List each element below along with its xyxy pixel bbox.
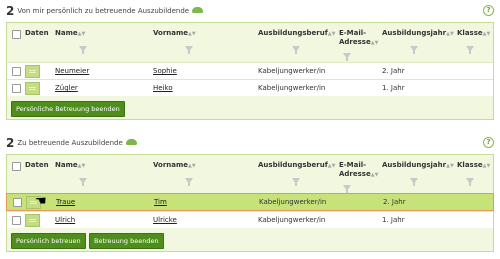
col-header-vorname-label: Vorname (153, 161, 189, 169)
col-header-email[interactable]: E-Mail-Adresse▲▼ (339, 161, 379, 180)
support-personally-button[interactable]: Persönlich betreuen (11, 233, 86, 249)
row-checkbox[interactable] (12, 216, 21, 225)
filter-vorname-icon[interactable] (185, 46, 193, 54)
section-count: 2 (6, 136, 15, 150)
cell-beruf: Kabeljungwerker/in (259, 198, 327, 206)
col-header-jahr-label: Ausbildungsjahr (382, 161, 447, 169)
cell-beruf: Kabeljungwerker/in (258, 216, 326, 224)
section-count: 2 (6, 4, 15, 18)
table-trainees-to-support: Daten Name▲▼ Vorname▲▼ Ausbildungsberuf▲… (6, 154, 494, 252)
table-personal-trainees: Daten Name▲▼ Vorname▲▼ Ausbildungsberuf▲… (6, 22, 494, 120)
table-row-highlighted[interactable]: ☚ Traue Tim Kabeljungwerker/in 2. Jahr (6, 193, 494, 211)
col-header-name-label: Name (55, 161, 78, 169)
table-header: Daten Name▲▼ Vorname▲▼ Ausbildungsberuf▲… (7, 155, 493, 194)
col-header-email-label: E-Mail-Adresse (339, 29, 371, 46)
section-title: Zu betreuende Auszubildende (17, 139, 123, 147)
filter-beruf-icon[interactable] (292, 178, 300, 186)
sort-icon[interactable]: ▲▼ (188, 31, 196, 37)
col-header-klasse-label: Klasse (457, 29, 483, 37)
col-header-name-label: Name (55, 29, 78, 37)
col-header-vorname[interactable]: Vorname▲▼ (153, 29, 196, 39)
col-header-beruf[interactable]: Ausbildungsberuf▲▼ (258, 29, 335, 39)
cell-jahr: 2. Jahr (383, 198, 406, 206)
cell-beruf: Kabeljungwerker/in (258, 84, 326, 92)
select-all-checkbox[interactable] (12, 30, 21, 39)
table-row[interactable]: Neumeier Sophie Kabeljungwerker/in 2. Ja… (7, 62, 493, 79)
col-header-vorname[interactable]: Vorname▲▼ (153, 161, 196, 171)
row-checkbox[interactable] (12, 84, 21, 93)
col-header-klasse[interactable]: Klasse▲▼ (457, 29, 490, 39)
select-all-checkbox[interactable] (12, 162, 21, 171)
col-header-jahr[interactable]: Ausbildungsjahr▲▼ (382, 29, 454, 39)
col-header-email-label: E-Mail-Adresse (339, 161, 371, 178)
table-header: Daten Name▲▼ Vorname▲▼ Ausbildungsberuf▲… (7, 23, 493, 62)
col-header-jahr[interactable]: Ausbildungsjahr▲▼ (382, 161, 454, 171)
sort-icon[interactable]: ▲▼ (78, 163, 86, 169)
data-sheet-icon[interactable] (25, 214, 40, 227)
filter-beruf-icon[interactable] (292, 46, 300, 54)
cell-name[interactable]: Ulrich (55, 216, 75, 224)
section-header: 2 Von mir persönlich zu betreuende Auszu… (6, 2, 494, 20)
col-header-beruf[interactable]: Ausbildungsberuf▲▼ (258, 161, 335, 171)
end-support-button[interactable]: Betreuung beenden (89, 233, 164, 249)
section-title: Von mir persönlich zu betreuende Auszubi… (17, 7, 190, 15)
section-header: 2 Zu betreuende Auszubildende (6, 134, 494, 152)
filter-email-icon[interactable] (343, 53, 351, 61)
filter-name-icon[interactable] (79, 46, 87, 54)
filter-klasse-icon[interactable] (466, 46, 474, 54)
sort-icon[interactable]: ▲▼ (328, 31, 336, 37)
data-sheet-icon[interactable] (25, 82, 40, 95)
row-checkbox[interactable] (12, 67, 21, 76)
cell-jahr: 1. Jahr (382, 216, 405, 224)
sort-icon[interactable]: ▲▼ (371, 172, 379, 178)
col-header-klasse[interactable]: Klasse▲▼ (457, 161, 490, 171)
cell-name[interactable]: Zügler (55, 84, 78, 92)
col-header-klasse-label: Klasse (457, 161, 483, 169)
cell-vorname[interactable]: Tim (154, 198, 167, 206)
filter-klasse-icon[interactable] (466, 178, 474, 186)
filter-email-icon[interactable] (343, 185, 351, 193)
sort-icon[interactable]: ▲▼ (483, 31, 491, 37)
cell-vorname[interactable]: Heiko (153, 84, 173, 92)
table-row[interactable]: Zügler Heiko Kabeljungwerker/in 1. Jahr (7, 79, 493, 96)
cell-name[interactable]: Neumeier (55, 67, 89, 75)
col-header-jahr-label: Ausbildungsjahr (382, 29, 447, 37)
row-checkbox[interactable] (13, 198, 22, 207)
cell-jahr: 1. Jahr (382, 84, 405, 92)
col-header-vorname-label: Vorname (153, 29, 189, 37)
sort-icon[interactable]: ▲▼ (328, 163, 336, 169)
cell-jahr: 2. Jahr (382, 67, 405, 75)
cell-beruf: Kabeljungwerker/in (258, 67, 326, 75)
cell-vorname[interactable]: Ulricke (153, 216, 177, 224)
sort-icon[interactable]: ▲▼ (446, 163, 454, 169)
end-personal-support-button[interactable]: Persönliche Betreuung beenden (11, 101, 125, 117)
col-header-daten: Daten (25, 161, 49, 169)
cell-vorname[interactable]: Sophie (153, 67, 177, 75)
help-icon[interactable]: ? (483, 5, 494, 16)
help-icon[interactable]: ? (483, 137, 494, 148)
sort-icon[interactable]: ▲▼ (78, 31, 86, 37)
section-personal-trainees: 2 Von mir persönlich zu betreuende Auszu… (6, 2, 494, 120)
sort-icon[interactable]: ▲▼ (371, 40, 379, 46)
col-header-email[interactable]: E-Mail-Adresse▲▼ (339, 29, 379, 48)
table-row[interactable]: Ulrich Ulricke Kabeljungwerker/in 1. Jah… (7, 211, 493, 228)
data-sheet-icon[interactable] (25, 65, 40, 78)
filter-jahr-icon[interactable] (410, 46, 418, 54)
filter-vorname-icon[interactable] (185, 178, 193, 186)
collapse-cloud-icon[interactable] (192, 7, 204, 13)
filter-jahr-icon[interactable] (410, 178, 418, 186)
hand-cursor-icon: ☚ (35, 194, 47, 209)
col-header-beruf-label: Ausbildungsberuf (258, 29, 328, 37)
filter-name-icon[interactable] (79, 178, 87, 186)
section-trainees-to-support: 2 Zu betreuende Auszubildende ? Daten Na… (6, 134, 494, 252)
sort-icon[interactable]: ▲▼ (446, 31, 454, 37)
col-header-daten: Daten (25, 29, 49, 37)
col-header-name[interactable]: Name▲▼ (55, 29, 85, 39)
col-header-name[interactable]: Name▲▼ (55, 161, 85, 171)
sort-icon[interactable]: ▲▼ (188, 163, 196, 169)
col-header-beruf-label: Ausbildungsberuf (258, 161, 328, 169)
cell-name[interactable]: Traue (56, 198, 75, 206)
sort-icon[interactable]: ▲▼ (483, 163, 491, 169)
collapse-cloud-icon[interactable] (125, 139, 137, 145)
